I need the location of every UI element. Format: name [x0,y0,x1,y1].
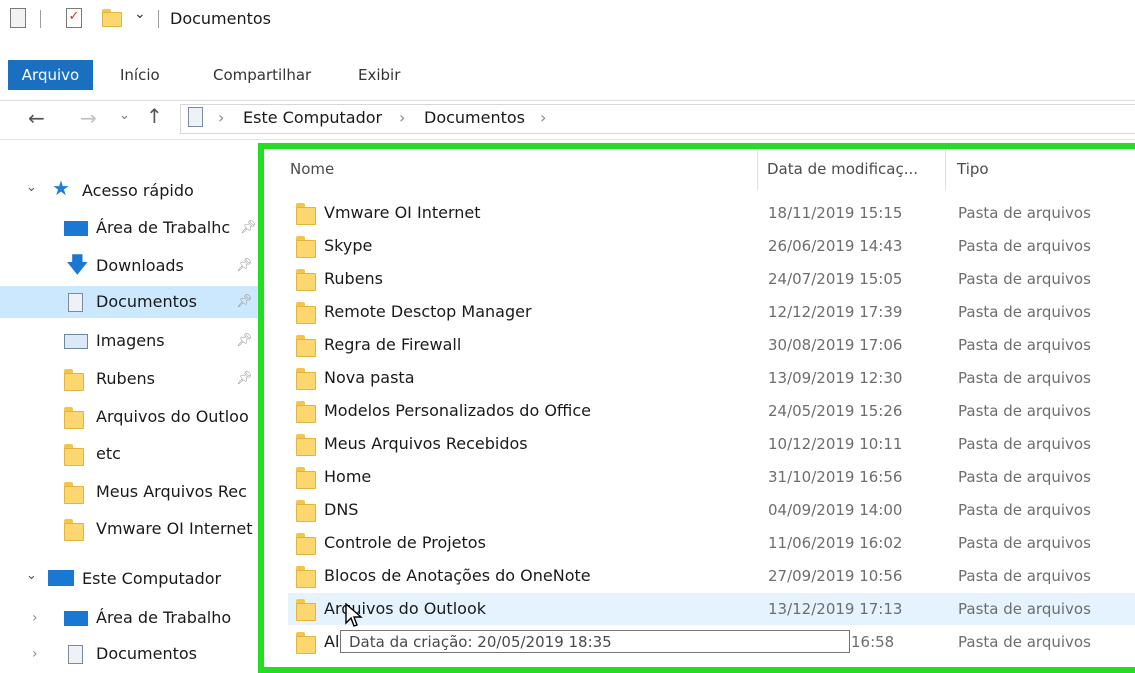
pin-icon[interactable]: 📌︎ [240,212,257,244]
sidebar-item-label: Vmware OI Internet [96,519,253,538]
new-folder-icon[interactable] [102,9,122,27]
folder-icon [64,519,84,541]
breadcrumb-separator[interactable]: › [218,108,224,128]
sidebar-item-label: Documentos [96,644,198,663]
sidebar-item-label: Meus Arquivos Rec [96,482,247,501]
sidebar-item-area-de-trabalho[interactable]: Área de Trabalhc 📌︎ [0,212,258,244]
window-title: Documentos [170,9,272,28]
sidebar-item-label: Rubens [96,369,156,388]
title-bar: ✓ ⌄ Documentos [0,0,1135,58]
checkmark-icon[interactable]: ✓ [66,8,82,28]
folder-icon [64,444,84,466]
divider [40,10,41,28]
divider [158,10,159,28]
computer-icon [48,570,74,586]
sidebar-item-rubens[interactable]: Rubens 📌︎ [0,363,258,395]
sidebar-item-label: Área de Trabalhc [96,218,231,237]
properties-icon[interactable] [10,8,26,28]
tooltip: Data da criação: 20/05/2019 18:35 [340,630,850,653]
chevron-right-icon[interactable]: › [32,602,38,634]
back-arrow-icon[interactable]: ← [28,106,45,130]
tab-compartilhar[interactable]: Compartilhar [213,60,311,90]
sidebar-item-label: Imagens [96,331,165,350]
sidebar-item-este-computador[interactable]: Este Computador [82,563,221,595]
sidebar-item-pc-area-de-trabalho[interactable]: › Área de Trabalho [0,602,258,634]
pin-icon[interactable]: 📌︎ [236,250,253,282]
breadcrumb-separator[interactable]: › [399,108,405,128]
chevron-down-icon[interactable]: ⌄ [26,568,37,583]
tab-arquivo[interactable]: Arquivo [8,60,93,90]
desktop-icon [64,611,88,626]
sidebar-item-label: Arquivos do Outloo [96,407,249,426]
documents-icon [68,293,83,312]
star-icon: ★ [52,176,70,200]
folder-icon [64,407,84,429]
sidebar-item-label: Área de Trabalho [96,608,232,627]
sidebar-item-label: etc [96,444,121,463]
folder-icon [64,482,84,504]
forward-arrow-icon[interactable]: → [80,106,97,130]
sidebar-item-documentos[interactable]: Documentos 📌︎ [0,286,258,318]
sidebar-item-downloads[interactable]: 🡇 Downloads 📌︎ [0,250,258,282]
desktop-icon [64,221,88,236]
pin-icon[interactable]: 📌︎ [236,363,253,395]
customize-toolbar-icon[interactable]: ⌄ [134,6,146,22]
up-arrow-icon[interactable]: ↑ [146,104,163,128]
chevron-right-icon[interactable]: › [32,638,38,670]
download-icon: 🡇 [66,253,89,278]
folder-icon [64,369,84,391]
breadcrumb-este-computador[interactable]: Este Computador [243,108,382,128]
breadcrumb-separator[interactable]: › [540,108,546,128]
chevron-down-icon[interactable]: ⌄ [26,180,37,195]
pin-icon[interactable]: 📌︎ [236,286,253,318]
sidebar-item-pc-documentos[interactable]: › Documentos [0,638,258,670]
sidebar-item-imagens[interactable]: Imagens 📌︎ [0,325,258,357]
documents-icon [68,645,83,664]
sidebar-item-label: Documentos [96,292,198,311]
highlight-frame [258,143,1135,673]
recent-locations-icon[interactable]: ⌄ [119,108,130,123]
documents-icon [188,107,203,127]
mouse-cursor-icon [345,603,363,627]
breadcrumb-documentos[interactable]: Documentos [424,108,525,128]
tab-exibir[interactable]: Exibir [358,60,400,90]
sidebar-item-quick-access[interactable]: Acesso rápido [82,175,194,207]
sidebar-item-label: Downloads [96,256,184,275]
pictures-icon [64,334,88,349]
sidebar-item-arquivos-do-outlook[interactable]: Arquivos do Outloo [0,401,258,433]
tab-inicio[interactable]: Início [120,60,160,90]
sidebar-item-etc[interactable]: etc [0,438,258,470]
sidebar-item-meus-arquivos-recebidos[interactable]: Meus Arquivos Rec [0,476,258,508]
pin-icon[interactable]: 📌︎ [236,325,253,357]
sidebar-item-vmware-oi-internet[interactable]: Vmware OI Internet [0,513,258,545]
